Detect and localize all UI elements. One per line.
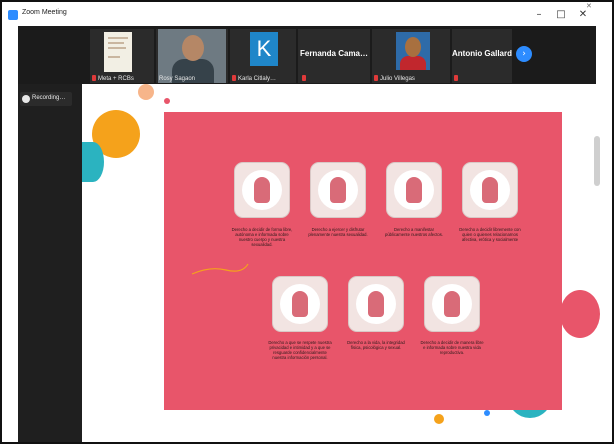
decorative-shape (560, 290, 600, 338)
participant-tile[interactable]: Julio Villegas (372, 29, 450, 83)
rights-card (272, 276, 328, 332)
decorative-shape (484, 410, 490, 416)
participant-name: Antonio Gallardo (452, 49, 512, 58)
participant-name: Meta + RCBs (98, 76, 134, 82)
minimize-button[interactable]: – (529, 7, 549, 23)
slide-panel: Derecho a decidir de forma libre, autóno… (164, 112, 562, 410)
chevron-right-icon[interactable]: › (516, 46, 532, 62)
participant-name: Karla Citlaly… (238, 76, 277, 82)
card-caption: Derecho a manifestar públicamente nuestr… (385, 227, 443, 237)
participant-tile[interactable]: Fernanda Cama… (298, 29, 370, 83)
participant-video (158, 29, 226, 83)
mic-muted-icon (302, 75, 306, 81)
participant-name: Fernanda Cama… (299, 49, 369, 58)
rights-card (424, 276, 480, 332)
shared-screen: Derecho a decidir de forma libre, autóno… (82, 84, 600, 442)
rights-card (386, 162, 442, 218)
decorative-shape (138, 84, 154, 100)
participant-tile[interactable]: K Karla Citlaly… (230, 29, 296, 83)
window-title: Zoom Meeting (22, 9, 67, 16)
recording-icon (22, 95, 30, 103)
card-caption: Derecho a decidir de manera libre e info… (420, 340, 484, 355)
title-bar: Zoom Meeting – □ ✕ (4, 4, 612, 26)
decorative-shape (434, 414, 444, 424)
zoom-app-icon (8, 10, 18, 20)
shared-thumbnail (104, 32, 132, 72)
card-caption: Derecho a decidir libremente con quien o… (459, 227, 521, 242)
mic-muted-icon (232, 75, 236, 81)
window-frame: Zoom Meeting – □ ✕ ✕ Meta + RCBs Rosy Sa… (0, 0, 614, 444)
card-caption: Derecho a que se respete nuestra privaci… (268, 340, 332, 360)
participant-tile[interactable]: Meta + RCBs (90, 29, 154, 83)
participant-tile[interactable]: Rosy Sagaon (156, 29, 228, 83)
participant-strip: Meta + RCBs Rosy Sagaon K Karla Citlaly…… (18, 26, 596, 84)
decorative-shape (82, 142, 104, 182)
rights-card (234, 162, 290, 218)
card-caption: Derecho a ejercer y disfrutar plenamente… (308, 227, 368, 237)
card-caption: Derecho a la vida, la integridad física,… (347, 340, 405, 350)
decorative-shape (164, 98, 170, 104)
participant-name: Julio Villegas (380, 76, 415, 82)
participant-tile[interactable]: Antonio Gallardo (452, 29, 512, 83)
overflow-close-icon[interactable]: ✕ (586, 2, 592, 10)
meeting-area: Meta + RCBs Rosy Sagaon K Karla Citlaly…… (18, 26, 600, 442)
rights-card (462, 162, 518, 218)
participant-photo (396, 32, 430, 70)
annotation-scribble (191, 263, 249, 275)
mic-muted-icon (374, 75, 378, 81)
recording-indicator[interactable]: Recording… (20, 92, 72, 106)
mic-muted-icon (454, 75, 458, 81)
participant-name: Rosy Sagaon (159, 76, 196, 82)
scrollbar[interactable] (594, 136, 600, 186)
recording-label: Recording… (32, 95, 66, 101)
participant-avatar: K (250, 32, 278, 66)
mic-muted-icon (92, 75, 96, 81)
rights-card (310, 162, 366, 218)
rights-card (348, 276, 404, 332)
maximize-button[interactable]: □ (551, 7, 571, 23)
card-caption: Derecho a decidir de forma libre, autóno… (231, 227, 293, 247)
